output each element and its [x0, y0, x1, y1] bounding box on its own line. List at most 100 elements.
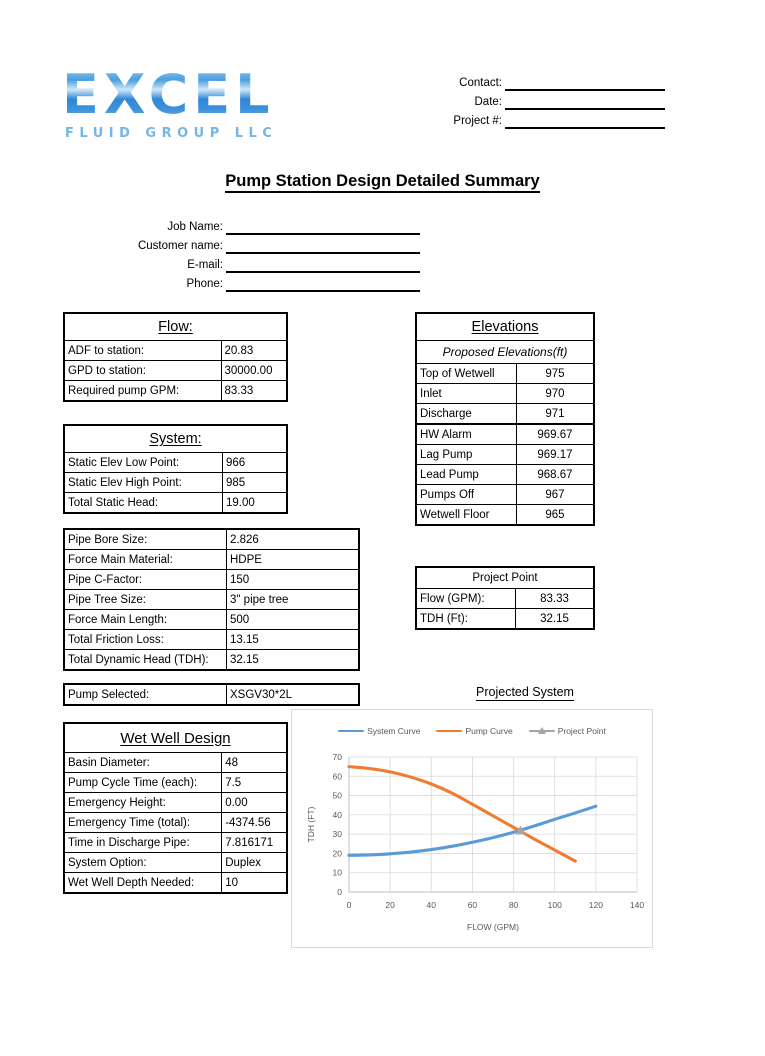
project-point-title: Project Point: [415, 566, 595, 589]
wet-well-row-value[interactable]: Duplex: [221, 852, 289, 873]
header-fields: Contact: Date: Project #:: [440, 72, 665, 129]
chart-series-line: [347, 765, 577, 863]
table-row: ADF to station: 20.83: [63, 340, 288, 361]
header-field-input[interactable]: [505, 74, 665, 91]
wet-well-design-table: Wet Well Design Basin Diameter: 48 Pump Cy…: [63, 722, 289, 894]
pipe-row-value[interactable]: 500: [226, 609, 360, 630]
wet-well-row-value[interactable]: 7.816171: [221, 832, 289, 853]
header-field-input[interactable]: [505, 93, 665, 110]
header-field-label: Contact:: [459, 77, 502, 89]
system-row-value[interactable]: 966: [222, 452, 289, 473]
pump-selected-value[interactable]: XSGV30*2L: [226, 683, 360, 706]
pipe-row-value[interactable]: 150: [226, 569, 360, 590]
elevation-row-label: Lag Pump: [414, 444, 517, 465]
elevations-table: Elevations Proposed Elevations(ft) Top o…: [414, 312, 595, 526]
pipe-row-value[interactable]: 2.826: [226, 528, 360, 550]
header-field-label: Project #:: [453, 115, 502, 127]
pipe-row-value[interactable]: 13.15: [226, 629, 360, 650]
table-row: System Option: Duplex: [63, 852, 289, 873]
x-axis-tick-label: 120: [589, 900, 603, 910]
table-row: Static Elev High Point: 985: [63, 472, 289, 493]
elevation-row-label: Discharge: [414, 403, 517, 425]
wet-well-row-value[interactable]: 10: [221, 872, 289, 894]
elevation-row-value[interactable]: 975: [515, 363, 595, 384]
flow-row-label: GPD to station:: [63, 360, 222, 381]
x-axis-title: FLOW (GPM): [467, 922, 519, 932]
table-row: Flow (GPM): 83.33: [415, 588, 596, 609]
y-axis-tick-label: 10: [333, 868, 343, 878]
flow-row-value[interactable]: 83.33: [220, 380, 288, 402]
y-axis-tick-label: 60: [333, 771, 343, 781]
job-field-label: E-mail:: [187, 259, 223, 271]
header-field-input[interactable]: [505, 112, 665, 129]
table-row: Wet Well Depth Needed: 10: [63, 872, 289, 894]
table-row: Force Main Material: HDPE: [63, 549, 360, 570]
job-field-input[interactable]: [226, 256, 420, 273]
flow-row-value[interactable]: 30000.00: [220, 360, 288, 381]
table-row: Required pump GPM: 83.33: [63, 380, 288, 402]
system-row-label: Total Static Head:: [63, 492, 224, 514]
flow-table-title: Flow:: [63, 312, 288, 341]
job-field-input[interactable]: [226, 218, 420, 235]
elevation-row-value[interactable]: 967: [515, 484, 595, 505]
projected-system-heading: Projected System: [400, 685, 650, 701]
system-row-value[interactable]: 985: [222, 472, 289, 493]
job-field-input[interactable]: [226, 275, 420, 292]
wet-well-row-value[interactable]: 0.00: [221, 792, 289, 813]
page-title: Pump Station Design Detailed Summary: [0, 172, 765, 193]
header-field-row: Contact:: [440, 72, 665, 91]
pipe-table: Pipe Bore Size: 2.826 Force Main Material:…: [63, 528, 360, 671]
chart-canvas: 0 10 20 30 40 50 60 70 0 20 40 60 80 100 120 140 FLOW (G…: [306, 752, 644, 932]
table-row: Pipe Bore Size: 2.826: [63, 528, 360, 550]
job-field-input[interactable]: [226, 237, 420, 254]
x-axis-tick-label: 20: [385, 900, 395, 910]
pipe-row-label: Pipe Bore Size:: [63, 528, 227, 550]
elevation-row-label: Wetwell Floor: [414, 504, 517, 526]
table-row: Lag Pump 969.17: [414, 444, 595, 465]
job-info-fields: Job Name: Customer name: E-mail: Phone:: [95, 216, 420, 292]
table-row: Pipe C-Factor: 150: [63, 569, 360, 590]
elevation-row-value[interactable]: 970: [515, 383, 595, 404]
system-table-title: System:: [63, 424, 288, 453]
flow-row-value[interactable]: 20.83: [220, 340, 288, 361]
elevation-row-value[interactable]: 971: [515, 403, 595, 425]
pipe-row-value[interactable]: HDPE: [226, 549, 360, 570]
header-field-row: Date:: [440, 91, 665, 110]
table-row: Top of Wetwell 975: [414, 363, 595, 384]
table-row: Time in Discharge Pipe: 7.816171: [63, 832, 289, 853]
table-row: Total Friction Loss: 13.15: [63, 629, 360, 650]
y-axis-tick-label: 0: [337, 887, 342, 897]
elevation-row-value[interactable]: 969.67: [515, 423, 595, 445]
table-row: Lead Pump 968.67: [414, 464, 595, 485]
project-point-row-label: Flow (GPM):: [415, 588, 517, 609]
wet-well-row-value[interactable]: 7.5: [221, 772, 289, 793]
pipe-row-label: Total Friction Loss:: [63, 629, 227, 650]
table-row: Total Static Head: 19.00: [63, 492, 289, 514]
table-row: Total Dynamic Head (TDH): 32.15: [63, 649, 360, 671]
project-point-row-label: TDH (Ft):: [415, 608, 517, 630]
elevation-row-value[interactable]: 969.17: [515, 444, 595, 465]
elevation-row-label: Inlet: [414, 383, 517, 404]
project-point-row-value[interactable]: 83.33: [515, 588, 596, 609]
y-axis-title: TDH (FT): [306, 806, 316, 842]
elevation-row-value[interactable]: 968.67: [515, 464, 595, 485]
pump-selected-label: Pump Selected:: [63, 683, 227, 706]
flow-row-label: ADF to station:: [63, 340, 222, 361]
table-row: GPD to station: 30000.00: [63, 360, 288, 381]
wet-well-row-label: Emergency Time (total):: [63, 812, 223, 833]
header-field-row: Project #:: [440, 110, 665, 129]
job-field-row: E-mail:: [95, 254, 420, 273]
wet-well-row-label: Time in Discharge Pipe:: [63, 832, 223, 853]
project-point-row-value[interactable]: 32.15: [515, 608, 596, 630]
system-row-value[interactable]: 19.00: [222, 492, 289, 514]
elevation-row-value[interactable]: 965: [515, 504, 595, 526]
table-row: TDH (Ft): 32.15: [415, 608, 596, 630]
table-row: Inlet 970: [414, 383, 595, 404]
wet-well-row-value[interactable]: 48: [221, 752, 289, 773]
pipe-row-value[interactable]: 3" pipe tree: [226, 589, 360, 610]
x-axis-tick-label: 100: [548, 900, 562, 910]
projected-system-chart: System Curve Pump Curve Project Point 0 10 2…: [291, 709, 653, 948]
pipe-row-value[interactable]: 32.15: [226, 649, 360, 671]
pump-selected-table: Pump Selected: XSGV30*2L: [63, 683, 360, 706]
wet-well-row-value[interactable]: -4374.56: [221, 812, 289, 833]
